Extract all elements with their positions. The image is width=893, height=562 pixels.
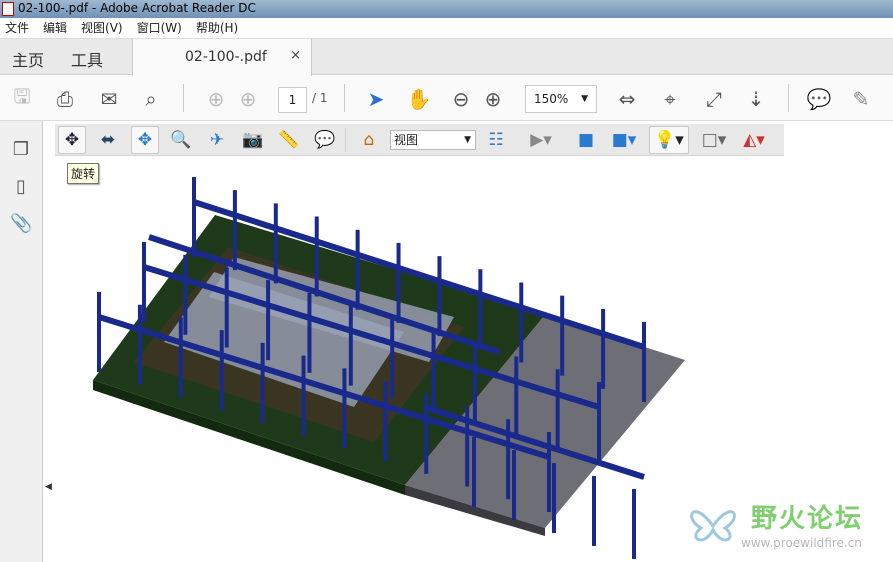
- bookmark-icon[interactable]: ▯: [10, 176, 32, 198]
- save-icon[interactable]: 🖫: [9, 84, 35, 112]
- model-tree-icon[interactable]: ☷: [482, 126, 510, 154]
- main-toolbar: 🖫 ⎙ ✉ ⌕ ⊕ ⊕ 1 / 1 ➤ ✋ ⊖ ⊕ 150% ▼ ⇔ ⌖ ⤢ ⇣ …: [0, 76, 893, 121]
- watermark-url: www.proewildfire.cn: [741, 536, 862, 550]
- tab-home[interactable]: 主页: [12, 47, 44, 71]
- play-animation-icon[interactable]: ▶▾: [527, 126, 555, 154]
- document-tab-label: 02-100-.pdf: [185, 49, 267, 65]
- watermark-name: 野火论坛: [751, 504, 864, 534]
- search-icon[interactable]: ⌕: [138, 86, 164, 112]
- full-screen-icon[interactable]: ⤢: [701, 86, 727, 112]
- watermark: 野火论坛 www.proewildfire.cn: [683, 496, 888, 556]
- pdf-app-icon: [2, 2, 14, 16]
- close-tab-button[interactable]: ×: [290, 48, 301, 63]
- comment-icon[interactable]: 💬: [806, 86, 832, 112]
- 3d-comment-icon[interactable]: 💬: [311, 126, 339, 154]
- view-select[interactable]: 视图 ▼: [390, 130, 476, 150]
- page-number-input[interactable]: 1: [278, 87, 307, 113]
- render-mode-icon[interactable]: ■▾: [610, 126, 638, 154]
- title-bar: 02-100-.pdf - Adobe Acrobat Reader DC: [0, 0, 893, 18]
- view-select-value: 视图: [394, 133, 419, 147]
- divider: [183, 84, 184, 112]
- tooltip: 旋转: [67, 163, 100, 184]
- measure-icon[interactable]: 📏: [275, 126, 303, 154]
- cross-section-icon[interactable]: ◭▾: [740, 126, 768, 154]
- menu-bar: 文件 编辑 视图(V) 窗口(W) 帮助(H): [0, 18, 893, 39]
- next-page-icon[interactable]: ⊕: [235, 86, 261, 112]
- tab-tools[interactable]: 工具: [71, 47, 103, 71]
- chevron-down-icon: ▼: [581, 94, 588, 104]
- email-icon[interactable]: ✉: [96, 86, 122, 112]
- butterfly-logo: [690, 510, 736, 542]
- page-total: / 1: [312, 91, 328, 105]
- rotate-icon[interactable]: ✥: [58, 126, 86, 154]
- tab-bar: 主页 工具 02-100-.pdf ×: [0, 39, 893, 76]
- fly-icon[interactable]: ✈: [203, 126, 231, 154]
- print-icon[interactable]: ⎙: [52, 86, 78, 112]
- 3d-toolbar: ✥ ⬌ ✥ 🔍 ✈ 📷 📏 💬 ⌂ 视图 ▼ ☷ ▶▾ ■ ■▾ 💡▾ □▾ ◭▾: [55, 124, 784, 156]
- hand-tool-icon[interactable]: ✋: [406, 86, 432, 112]
- attachment-icon[interactable]: 📎: [10, 213, 32, 235]
- previous-page-icon[interactable]: ⊕: [203, 86, 229, 112]
- home-view-icon[interactable]: ⌂: [355, 126, 383, 154]
- lighting-icon[interactable]: 💡▾: [649, 126, 689, 154]
- zoom-in-icon[interactable]: ⊕: [480, 86, 506, 112]
- menu-view[interactable]: 视图(V): [81, 18, 123, 38]
- zoom-level-select[interactable]: 150% ▼: [525, 85, 597, 113]
- left-sidebar: ❐ ▯ 📎: [0, 121, 43, 562]
- select-cursor-icon[interactable]: ➤: [363, 86, 389, 112]
- zoom-out-icon[interactable]: ⊖: [448, 86, 474, 112]
- chevron-down-icon: ▼: [464, 135, 471, 145]
- background-color-icon[interactable]: □▾: [700, 126, 728, 154]
- divider: [344, 84, 345, 112]
- scroll-mode-icon[interactable]: ⇣: [743, 86, 769, 112]
- pages-icon[interactable]: ❐: [10, 139, 32, 161]
- projection-cube-icon[interactable]: ■: [572, 126, 600, 154]
- menu-file[interactable]: 文件: [5, 18, 29, 38]
- menu-help[interactable]: 帮助(H): [196, 18, 238, 38]
- zoom-3d-icon[interactable]: 🔍: [167, 126, 195, 154]
- window-title: 02-100-.pdf - Adobe Acrobat Reader DC: [18, 1, 256, 15]
- camera-icon[interactable]: 📷: [239, 126, 267, 154]
- fit-page-icon[interactable]: ⌖: [657, 86, 683, 112]
- tab-document[interactable]: 02-100-.pdf ×: [132, 39, 312, 76]
- divider: [345, 128, 346, 152]
- menu-edit[interactable]: 编辑: [43, 18, 67, 38]
- highlight-pen-icon[interactable]: ✎: [848, 86, 874, 112]
- menu-window[interactable]: 窗口(W): [137, 18, 182, 38]
- fit-width-icon[interactable]: ⇔: [614, 86, 640, 112]
- zoom-level-value: 150%: [534, 92, 569, 106]
- divider: [788, 84, 789, 112]
- pan-icon[interactable]: ✥: [131, 126, 159, 154]
- spin-icon[interactable]: ⬌: [94, 126, 122, 154]
